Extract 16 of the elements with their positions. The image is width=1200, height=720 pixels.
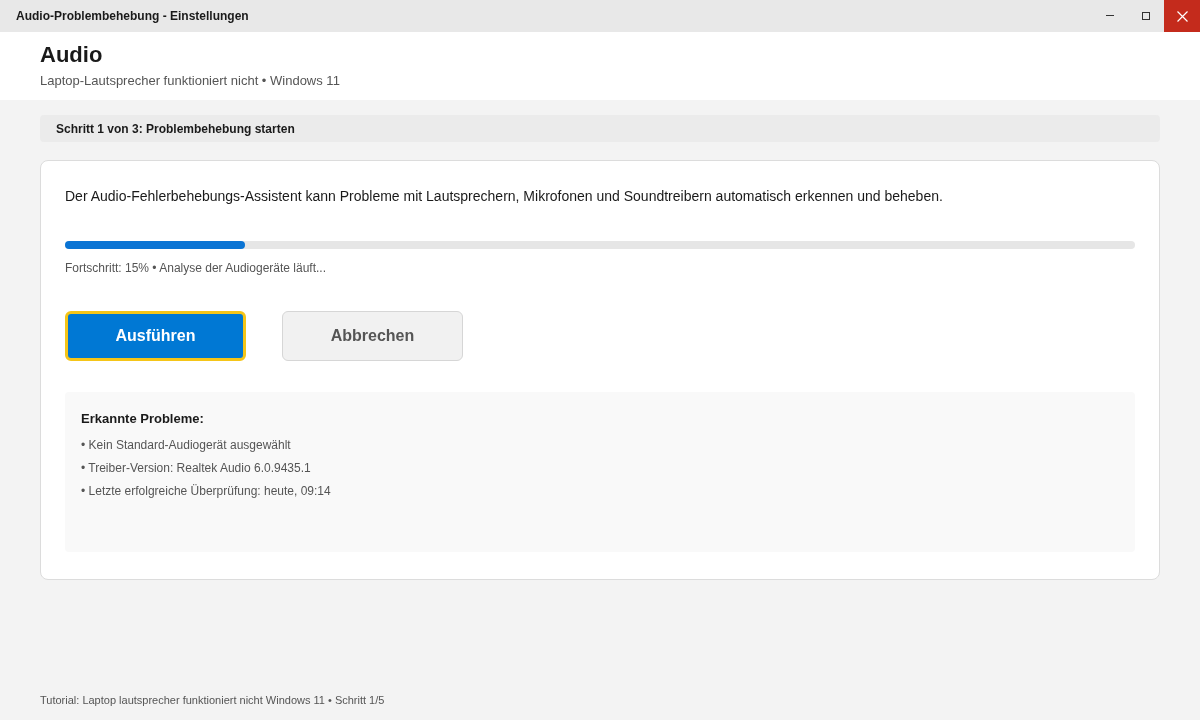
- issue-item: • Kein Standard-Audiogerät ausgewählt: [81, 436, 292, 453]
- description-text: Der Audio-Fehlerbehebungs-Assistent kann Probleme mit Lautsprechern, Mikrofonen und Soundtreibern automatisch erkennen und beheben.: [65, 187, 944, 206]
- cancel-button[interactable]: Abbrechen: [282, 311, 463, 361]
- page-title: Audio: [40, 42, 104, 68]
- run-button[interactable]: Ausführen: [65, 311, 246, 361]
- close-icon: [1176, 10, 1188, 22]
- window-title: Audio-Problembehebung - Einstellungen: [15, 8, 250, 25]
- status-text: Tutorial: Laptop lautsprecher funktioniert nicht Windows 11 • Schritt 1/5: [40, 692, 385, 708]
- page-subtitle: Laptop-Lautsprecher funktioniert nicht • Windows 11: [40, 72, 341, 90]
- issue-item: • Treiber-Version: Realtek Audio 6.0.9435.1: [81, 459, 312, 476]
- issues-title: Erkannte Probleme:: [81, 410, 205, 428]
- step-label: Schritt 1 von 3: Problembehebung starten: [56, 120, 295, 138]
- issue-item: • Letzte erfolgreiche Überprüfung: heute, 09:14: [81, 482, 332, 499]
- maximize-icon: [1142, 12, 1150, 20]
- progress-text: Fortschritt: 15% • Analyse der Audiogeräte läuft...: [65, 260, 327, 277]
- minimize-icon: [1106, 15, 1114, 17]
